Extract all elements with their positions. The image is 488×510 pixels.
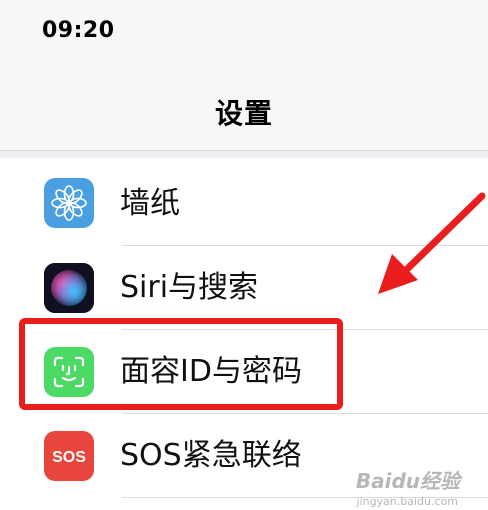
settings-row-label: SOS紧急联络 xyxy=(120,438,302,473)
wallpaper-icon xyxy=(44,178,94,228)
settings-row-label: Siri与搜索 xyxy=(120,270,259,305)
red-arrow-icon xyxy=(378,192,486,294)
siri-icon xyxy=(44,263,94,313)
baidu-watermark-logo: Baidu经验 xyxy=(355,469,460,493)
sos-icon: SOS xyxy=(44,431,94,481)
highlight-annotation-box xyxy=(19,318,343,410)
baidu-watermark-url: jingyan.baidu.com xyxy=(356,495,458,508)
status-bar: 09:20 xyxy=(0,0,488,70)
settings-row-label: 墙纸 xyxy=(120,186,180,221)
status-time: 09:20 xyxy=(42,18,115,43)
page-title: 设置 xyxy=(214,97,273,130)
navigation-bar: 设置 xyxy=(0,70,488,151)
sos-icon-text: SOS xyxy=(52,449,86,466)
